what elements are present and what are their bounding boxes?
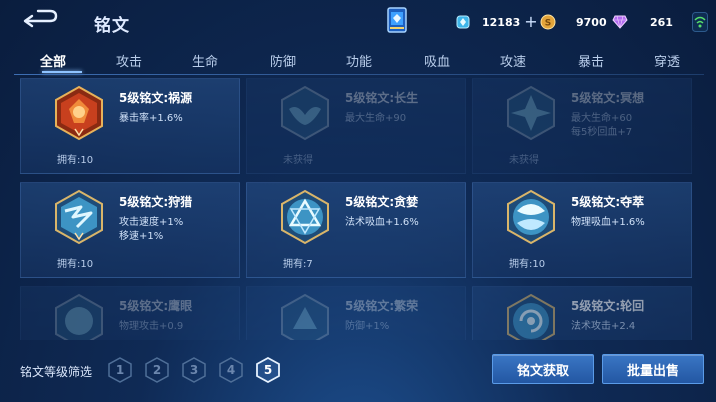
gold-count: 9700 [576, 15, 607, 29]
inscription-effect: 每5秒回血+7 [571, 127, 633, 138]
owned-count: 拥有:7 [283, 259, 313, 270]
level-filter-number: 3 [189, 363, 199, 377]
ticket-balance: 12183 + [456, 12, 538, 32]
blue-inscription-emblem-icon [281, 293, 329, 340]
gold-coin-icon: S [540, 14, 556, 30]
inscription-name: 5级铭文:冥想 [571, 91, 645, 105]
level-filter-number: 5 [263, 363, 273, 377]
inscription-card[interactable]: 5级铭文:繁荣 防御+1% [246, 286, 466, 340]
inscription-effect: 最大生命+90 [345, 113, 407, 124]
level-filter-1[interactable]: 1 [108, 357, 132, 383]
category-tabs: 全部 攻击 生命 防御 功能 吸血 攻速 暴击 穿透 [14, 46, 704, 76]
inscription-card[interactable]: 5级铭文:冥想 最大生命+60 每5秒回血+7 未获得 [472, 78, 692, 174]
not-obtained-label: 未获得 [283, 155, 313, 166]
ticket-count: 12183 [482, 15, 521, 29]
level-filter-number: 2 [152, 363, 162, 377]
page-title: 铭文 [94, 16, 130, 36]
svg-text:S: S [545, 19, 551, 29]
inscription-effect: 防御+1% [345, 321, 390, 332]
blue-inscription-emblem-icon [281, 85, 329, 141]
inscription-card[interactable]: 5级铭文:鹰眼 物理攻击+0.9 [20, 286, 240, 340]
inscription-effect: 移速+1% [119, 231, 164, 242]
level-filter-number: 4 [226, 363, 236, 377]
tab-utility[interactable]: 功能 [346, 51, 372, 70]
inscription-effect: 物理吸血+1.6% [571, 217, 645, 228]
inscription-grid: 5级铭文:祸源 暴击率+1.6% 拥有:10 5级铭文:长生 最大生命+90 未… [20, 78, 692, 340]
not-obtained-label: 未获得 [509, 155, 539, 166]
add-ticket-icon[interactable]: + [524, 14, 537, 30]
blue-inscription-emblem-icon [507, 85, 555, 141]
inscription-card[interactable]: 5级铭文:祸源 暴击率+1.6% 拥有:10 [20, 78, 240, 174]
inscription-effect: 物理攻击+0.9 [119, 321, 184, 332]
inscription-card[interactable]: 5级铭文:夺萃 物理吸血+1.6% 拥有:10 [472, 182, 692, 278]
back-arrow-icon[interactable] [20, 8, 58, 32]
tab-crit[interactable]: 暴击 [578, 51, 604, 70]
inscription-name: 5级铭文:轮回 [571, 299, 645, 313]
inscription-name: 5级铭文:繁荣 [345, 299, 419, 313]
inscription-effect: 最大生命+60 [571, 113, 633, 124]
blue-inscription-emblem-icon [507, 293, 555, 340]
blue-inscription-emblem-icon [281, 189, 329, 245]
tab-attack[interactable]: 攻击 [116, 51, 142, 70]
tab-defense[interactable]: 防御 [270, 51, 296, 70]
bottom-bar: 铭文等级筛选 1 2 3 4 5 铭文获取 批量出售 [0, 340, 716, 402]
inscription-card[interactable]: 5级铭文:狩猎 攻击速度+1% 移速+1% 拥有:10 [20, 182, 240, 278]
inscription-name: 5级铭文:鹰眼 [119, 299, 193, 313]
gem-count: 261 [650, 15, 673, 29]
gem-balance: 261 [612, 12, 673, 32]
level-filter-3[interactable]: 3 [182, 357, 206, 383]
tab-divider [14, 74, 704, 75]
inscription-name: 5级铭文:长生 [345, 91, 419, 105]
tab-lifesteal[interactable]: 吸血 [424, 51, 450, 70]
inscription-card[interactable]: 5级铭文:轮回 法术攻击+2.4 [472, 286, 692, 340]
inscription-card[interactable]: 5级铭文:贪婪 法术吸血+1.6% 拥有:7 [246, 182, 466, 278]
owned-count: 拥有:10 [57, 259, 94, 270]
blue-inscription-emblem-icon [507, 189, 555, 245]
inscription-name: 5级铭文:祸源 [119, 91, 193, 105]
tab-all[interactable]: 全部 [40, 51, 66, 70]
inscription-name: 5级铭文:狩猎 [119, 195, 193, 209]
level-filter-5[interactable]: 5 [256, 357, 280, 383]
blue-inscription-emblem-icon [55, 293, 103, 340]
top-bar: 铭文 12183 + S 9700 261 [0, 0, 716, 44]
active-tab-indicator [42, 71, 82, 73]
level-filter-number: 1 [115, 363, 125, 377]
inscription-effect: 暴击率+1.6% [119, 113, 183, 124]
level-filter-4[interactable]: 4 [219, 357, 243, 383]
inscription-effect: 法术吸血+1.6% [345, 217, 419, 228]
owned-count: 拥有:10 [509, 259, 546, 270]
ticket-icon [456, 15, 470, 29]
inscription-card[interactable]: 5级铭文:长生 最大生命+90 未获得 [246, 78, 466, 174]
tab-penetration[interactable]: 穿透 [654, 51, 680, 70]
bulk-sell-button[interactable]: 批量出售 [602, 354, 704, 384]
gem-icon [612, 15, 628, 29]
tab-health[interactable]: 生命 [192, 51, 218, 70]
get-inscription-button[interactable]: 铭文获取 [492, 354, 594, 384]
inscription-effect: 攻击速度+1% [119, 217, 184, 228]
gold-balance: S 9700 [540, 12, 607, 32]
inscription-book-icon[interactable] [386, 6, 408, 34]
owned-count: 拥有:10 [57, 155, 94, 166]
blue-inscription-emblem-icon [55, 189, 103, 245]
level-filter-2[interactable]: 2 [145, 357, 169, 383]
wifi-signal-icon [692, 12, 708, 32]
red-inscription-emblem-icon [55, 85, 103, 141]
inscription-effect: 法术攻击+2.4 [571, 321, 636, 332]
tab-attack-speed[interactable]: 攻速 [500, 51, 526, 70]
inscription-name: 5级铭文:贪婪 [345, 195, 419, 209]
level-filter-label: 铭文等级筛选 [20, 365, 93, 379]
inscription-name: 5级铭文:夺萃 [571, 195, 645, 209]
